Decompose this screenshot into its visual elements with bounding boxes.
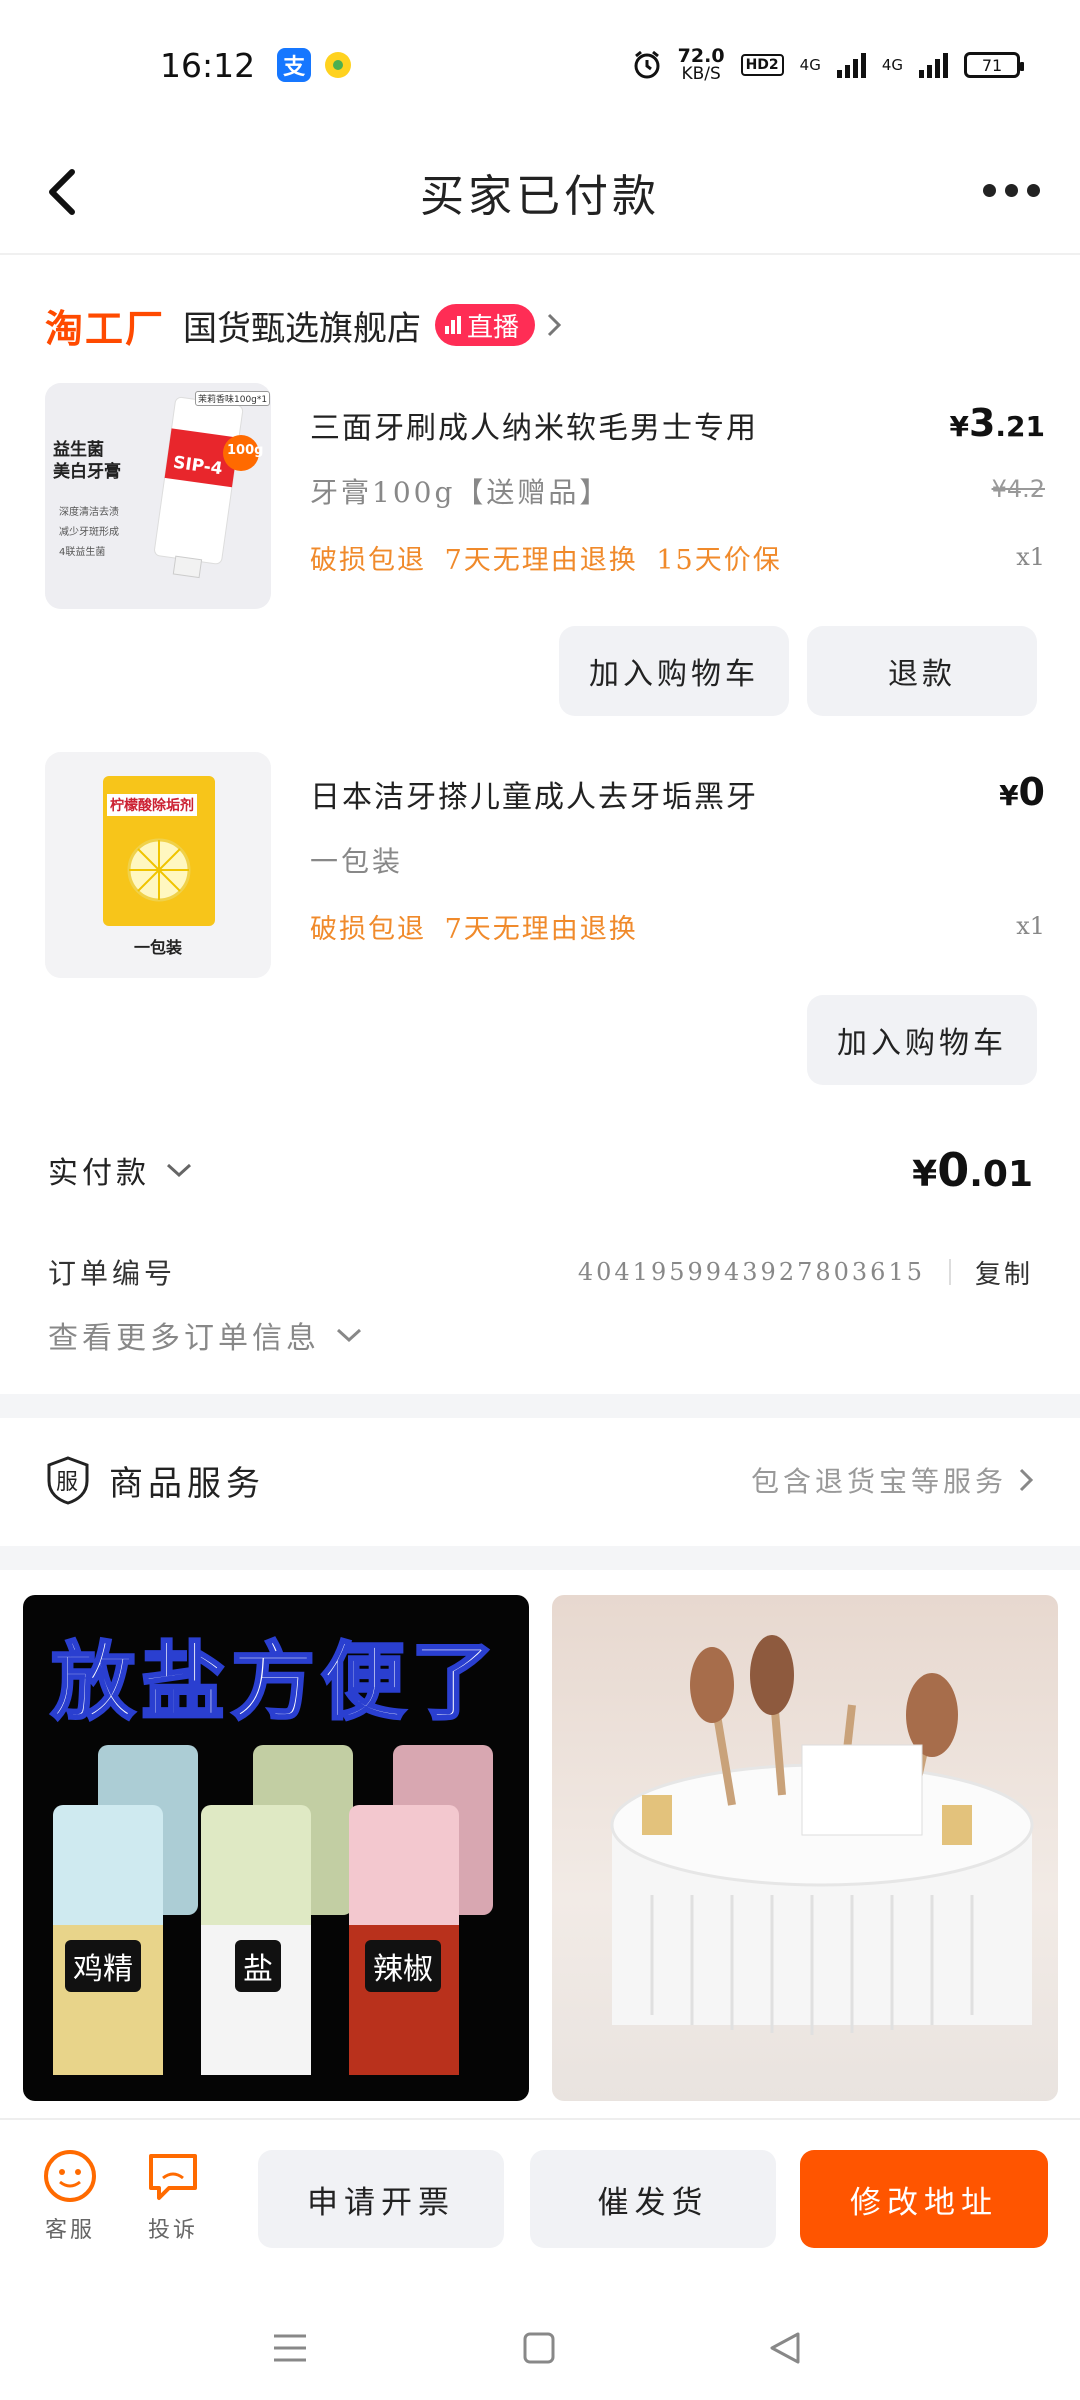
paid-amount-row[interactable]: 实付款 ¥0.01 <box>48 1140 1033 1200</box>
recommendation-card[interactable]: 放盐方便了 鸡精 盐 辣椒 <box>23 1595 529 2101</box>
battery-icon: 71 <box>964 52 1024 78</box>
thumb-caption: 一包装 <box>133 938 182 957</box>
bottom-action-bar: 客服 投诉 申请开票 催发货 修改地址 <box>0 2118 1080 2290</box>
add-to-cart-button[interactable]: 加入购物车 <box>559 626 789 716</box>
home-icon[interactable] <box>523 2332 555 2364</box>
copy-button[interactable]: 复制 <box>975 1254 1033 1291</box>
live-badge[interactable]: 直播 <box>435 304 536 346</box>
thumb-feature: 4联益生菌 <box>59 547 106 558</box>
status-bar: 16:12 支 72.0 KB/S HD2 4G 4G 71 <box>0 0 1080 130</box>
product-thumbnail[interactable]: 柠檬酸除垢剂 一包装 <box>45 752 271 978</box>
service-label: 商品服务 <box>109 1463 265 1504</box>
product-title[interactable]: 三面牙刷成人纳米软毛男士专用 <box>310 403 758 447</box>
page-title: 买家已付款 <box>420 170 660 222</box>
thumb-title-2: 美白牙膏 <box>53 462 121 482</box>
more-dots-icon[interactable] <box>983 184 1040 197</box>
thumb-package-text: 柠檬酸除垢剂 <box>107 794 197 816</box>
chevron-down-icon <box>336 1328 362 1343</box>
order-number-label: 订单编号 <box>48 1257 177 1290</box>
live-bars-icon <box>445 316 462 334</box>
page-header: 买家已付款 <box>0 130 1080 255</box>
thumb-top-tag: 茉莉香味100g*1 <box>195 391 271 406</box>
product-spec: 一包装 <box>310 845 404 878</box>
system-nav-bar <box>0 2290 1080 2400</box>
divider <box>948 1259 951 1285</box>
store-name: 国货甄选旗舰店 <box>183 308 422 349</box>
urge-shipping-button[interactable]: 催发货 <box>530 2150 776 2248</box>
product-price: ¥3.21 <box>949 401 1045 445</box>
product-qty: x1 <box>1016 543 1045 571</box>
store-brand-logo: 淘工厂 <box>45 306 166 351</box>
makeup-organizer-image <box>610 1635 1034 2035</box>
jar-label: 鸡精 <box>65 1940 141 1992</box>
order-number: 4041959943927803615 <box>577 1258 925 1286</box>
paid-label: 实付款 <box>48 1156 150 1191</box>
more-order-info[interactable]: 查看更多订单信息 <box>48 1310 364 1360</box>
alipay-icon: 支 <box>277 48 312 82</box>
customer-service-button[interactable]: 客服 <box>30 2148 110 2244</box>
chat-complaint-icon <box>149 2154 197 2200</box>
smiley-icon <box>44 2150 96 2202</box>
chevron-left-icon[interactable] <box>42 166 84 218</box>
product-title[interactable]: 日本洁牙搽儿童成人去牙垢黑牙 <box>310 772 758 816</box>
paid-amount: ¥0.01 <box>912 1143 1033 1197</box>
product-thumbnail[interactable]: 100g SIP-4 茉莉香味100g*1 益生菌 美白牙膏 深度清洁去渍 减少… <box>45 383 271 609</box>
order-item[interactable]: 柠檬酸除垢剂 一包装 日本洁牙搽儿童成人去牙垢黑牙 一包装 破损包退 7天无理由… <box>45 752 1045 1092</box>
chevron-right-icon <box>547 313 562 337</box>
jar-label: 盐 <box>235 1940 281 1992</box>
chevron-right-icon <box>1019 1468 1034 1492</box>
service-tags: 破损包退 7天无理由退换 <box>310 914 638 945</box>
thumb-weight: 100g <box>227 443 264 458</box>
product-price: ¥0 <box>999 770 1045 814</box>
modify-address-button[interactable]: 修改地址 <box>800 2150 1048 2248</box>
signal-icon-2 <box>919 52 948 78</box>
thumb-feature: 减少牙斑形成 <box>59 527 119 538</box>
section-divider <box>0 1394 1080 1418</box>
jar-label: 辣椒 <box>365 1940 441 1992</box>
original-price: ¥4.2 <box>991 475 1045 503</box>
order-item[interactable]: 100g SIP-4 茉莉香味100g*1 益生菌 美白牙膏 深度清洁去渍 减少… <box>45 383 1045 723</box>
status-time: 16:12 <box>160 45 256 85</box>
complaint-button[interactable]: 投诉 <box>133 2148 213 2244</box>
service-desc: 包含退货宝等服务 <box>750 1465 1007 1498</box>
alarm-icon <box>634 50 660 79</box>
service-tags: 破损包退 7天无理由退换 15天价保 <box>310 545 782 576</box>
signal-icon <box>836 52 866 78</box>
thumb-feature: 深度清洁去渍 <box>59 507 119 518</box>
product-spec: 牙膏100g【送赠品】 <box>310 476 611 509</box>
apply-invoice-button[interactable]: 申请开票 <box>258 2150 504 2248</box>
product-service-row[interactable]: 服 商品服务 包含退货宝等服务 <box>0 1418 1080 1542</box>
recommendation-card[interactable] <box>552 1595 1058 2101</box>
order-number-row: 订单编号 4041959943927803615 复制 <box>48 1250 1033 1294</box>
net-speed: 72.0 KB/S <box>677 45 725 84</box>
section-divider <box>0 1546 1080 1570</box>
chevron-down-icon <box>166 1163 192 1178</box>
menu-icon[interactable] <box>272 2332 308 2364</box>
product-qty: x1 <box>1016 912 1045 940</box>
store-row[interactable]: 淘工厂 国货甄选旗舰店 直播 <box>45 295 563 355</box>
app-notification-icon <box>325 52 352 78</box>
refund-button[interactable]: 退款 <box>807 626 1037 716</box>
back-triangle-icon[interactable] <box>768 2331 802 2365</box>
add-to-cart-button[interactable]: 加入购物车 <box>807 995 1037 1085</box>
hd-badge: HD2 <box>740 54 784 76</box>
